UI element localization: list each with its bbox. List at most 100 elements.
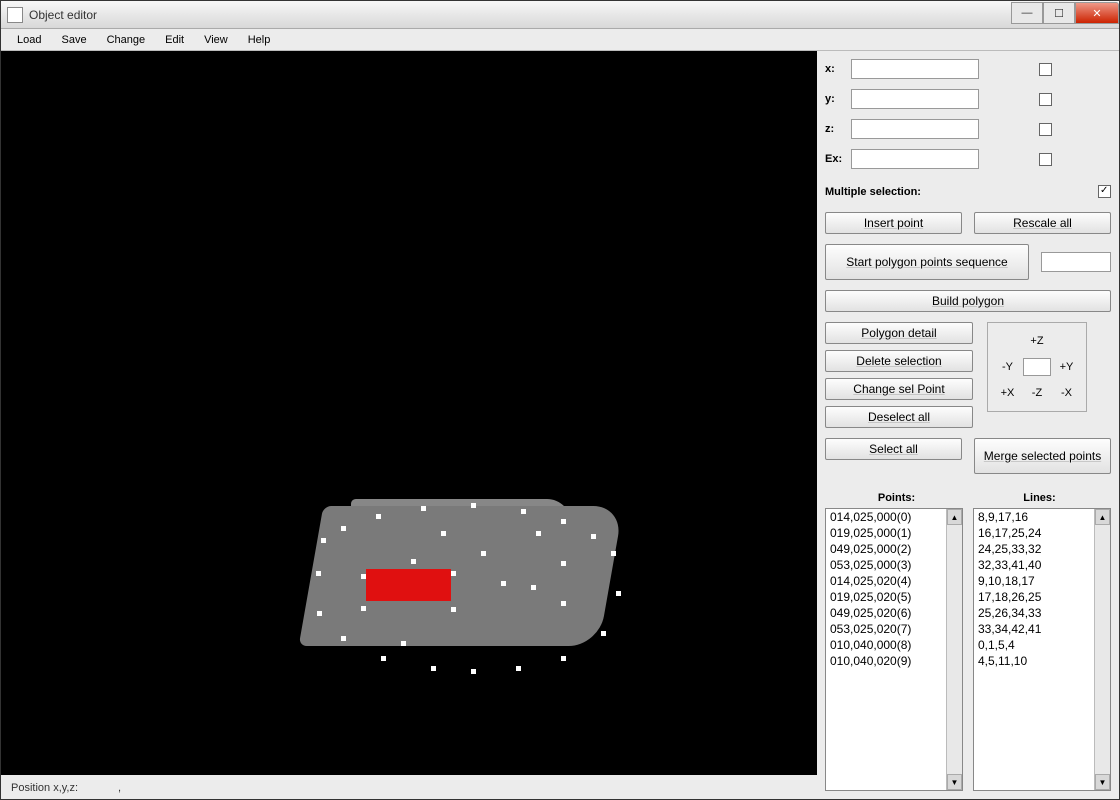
build-polygon-button[interactable]: Build polygon xyxy=(825,290,1111,312)
list-item[interactable]: 019,025,000(1) xyxy=(826,525,962,541)
scroll-up-icon[interactable]: ▲ xyxy=(1095,509,1110,525)
select-all-button[interactable]: Select all xyxy=(825,438,962,460)
list-item[interactable]: 010,040,020(9) xyxy=(826,653,962,669)
vertex-point[interactable] xyxy=(531,585,536,590)
list-item[interactable]: 8,9,17,16 xyxy=(974,509,1110,525)
ex-checkbox[interactable] xyxy=(1039,153,1052,166)
menu-save[interactable]: Save xyxy=(51,32,96,48)
vertex-point[interactable] xyxy=(431,666,436,671)
list-item[interactable]: 24,25,33,32 xyxy=(974,541,1110,557)
vertex-point[interactable] xyxy=(591,534,596,539)
list-item[interactable]: 014,025,000(0) xyxy=(826,509,962,525)
vertex-point[interactable] xyxy=(471,669,476,674)
viewport-canvas[interactable] xyxy=(1,51,817,775)
polygon-detail-button[interactable]: Polygon detail xyxy=(825,322,973,344)
menu-load[interactable]: Load xyxy=(7,32,51,48)
rescale-input[interactable] xyxy=(1041,252,1111,272)
change-sel-point-button[interactable]: Change sel Point xyxy=(825,378,973,400)
nav-minus-y[interactable]: -Y xyxy=(1002,361,1013,373)
list-item[interactable]: 053,025,020(7) xyxy=(826,621,962,637)
multiple-selection-checkbox[interactable] xyxy=(1098,185,1111,198)
x-label: x: xyxy=(825,63,851,75)
list-item[interactable]: 33,34,42,41 xyxy=(974,621,1110,637)
list-item[interactable]: 17,18,26,25 xyxy=(974,589,1110,605)
x-checkbox[interactable] xyxy=(1039,63,1052,76)
close-button[interactable]: ✕ xyxy=(1075,2,1119,24)
vertex-point[interactable] xyxy=(421,506,426,511)
vertex-point[interactable] xyxy=(361,574,366,579)
nav-minus-x[interactable]: -X xyxy=(1061,387,1072,399)
vertex-point[interactable] xyxy=(341,636,346,641)
deselect-all-button[interactable]: Deselect all xyxy=(825,406,973,428)
nav-center-input[interactable] xyxy=(1023,358,1051,376)
list-item[interactable]: 049,025,020(6) xyxy=(826,605,962,621)
vertex-point[interactable] xyxy=(316,571,321,576)
vertex-point[interactable] xyxy=(401,641,406,646)
vertex-point[interactable] xyxy=(611,551,616,556)
x-input[interactable] xyxy=(851,59,979,79)
rescale-all-button[interactable]: Rescale all xyxy=(974,212,1111,234)
vertex-point[interactable] xyxy=(471,503,476,508)
menu-help[interactable]: Help xyxy=(238,32,281,48)
vertex-point[interactable] xyxy=(381,656,386,661)
minimize-button[interactable]: — xyxy=(1011,2,1043,24)
ex-input[interactable] xyxy=(851,149,979,169)
list-item[interactable]: 010,040,000(8) xyxy=(826,637,962,653)
nav-plus-z[interactable]: +Z xyxy=(1030,335,1043,347)
vertex-point[interactable] xyxy=(317,611,322,616)
vertex-point[interactable] xyxy=(501,581,506,586)
vertex-point[interactable] xyxy=(561,519,566,524)
vertex-point[interactable] xyxy=(561,601,566,606)
menu-change[interactable]: Change xyxy=(97,32,156,48)
scroll-down-icon[interactable]: ▼ xyxy=(947,774,962,790)
list-item[interactable]: 019,025,020(5) xyxy=(826,589,962,605)
scroll-down-icon[interactable]: ▼ xyxy=(1095,774,1110,790)
maximize-button[interactable]: ☐ xyxy=(1043,2,1075,24)
vertex-point[interactable] xyxy=(361,606,366,611)
vertex-point[interactable] xyxy=(616,591,621,596)
list-item[interactable]: 014,025,020(4) xyxy=(826,573,962,589)
list-item[interactable]: 049,025,000(2) xyxy=(826,541,962,557)
vertex-point[interactable] xyxy=(376,514,381,519)
vertex-point[interactable] xyxy=(601,631,606,636)
app-icon xyxy=(7,7,23,23)
list-item[interactable]: 16,17,25,24 xyxy=(974,525,1110,541)
vertex-point[interactable] xyxy=(411,559,416,564)
vertex-point[interactable] xyxy=(341,526,346,531)
vertex-point[interactable] xyxy=(561,561,566,566)
vertex-point[interactable] xyxy=(521,509,526,514)
points-listbox[interactable]: 014,025,000(0)019,025,000(1)049,025,000(… xyxy=(825,508,963,791)
start-polygon-button[interactable]: Start polygon points sequence xyxy=(825,244,1029,280)
vertex-point[interactable] xyxy=(561,656,566,661)
list-item[interactable]: 0,1,5,4 xyxy=(974,637,1110,653)
merge-points-button[interactable]: Merge selected points xyxy=(974,438,1111,474)
vertex-point[interactable] xyxy=(516,666,521,671)
vertex-point[interactable] xyxy=(451,607,456,612)
menu-view[interactable]: View xyxy=(194,32,238,48)
z-input[interactable] xyxy=(851,119,979,139)
list-item[interactable]: 4,5,11,10 xyxy=(974,653,1110,669)
list-item[interactable]: 9,10,18,17 xyxy=(974,573,1110,589)
vertex-point[interactable] xyxy=(536,531,541,536)
vertex-point[interactable] xyxy=(441,531,446,536)
insert-point-button[interactable]: Insert point xyxy=(825,212,962,234)
list-item[interactable]: 053,025,000(3) xyxy=(826,557,962,573)
menu-edit[interactable]: Edit xyxy=(155,32,194,48)
y-input[interactable] xyxy=(851,89,979,109)
vertex-point[interactable] xyxy=(451,571,456,576)
list-item[interactable]: 25,26,34,33 xyxy=(974,605,1110,621)
lines-scrollbar[interactable]: ▲ ▼ xyxy=(1094,509,1110,790)
vertex-point[interactable] xyxy=(481,551,486,556)
nav-minus-z[interactable]: -Z xyxy=(1032,387,1042,399)
nav-plus-x[interactable]: +X xyxy=(1001,387,1015,399)
menubar: Load Save Change Edit View Help xyxy=(1,29,1119,51)
z-checkbox[interactable] xyxy=(1039,123,1052,136)
lines-listbox[interactable]: 8,9,17,1616,17,25,2424,25,33,3232,33,41,… xyxy=(973,508,1111,791)
nav-plus-y[interactable]: +Y xyxy=(1060,361,1074,373)
scroll-up-icon[interactable]: ▲ xyxy=(947,509,962,525)
list-item[interactable]: 32,33,41,40 xyxy=(974,557,1110,573)
points-scrollbar[interactable]: ▲ ▼ xyxy=(946,509,962,790)
delete-selection-button[interactable]: Delete selection xyxy=(825,350,973,372)
vertex-point[interactable] xyxy=(321,538,326,543)
y-checkbox[interactable] xyxy=(1039,93,1052,106)
